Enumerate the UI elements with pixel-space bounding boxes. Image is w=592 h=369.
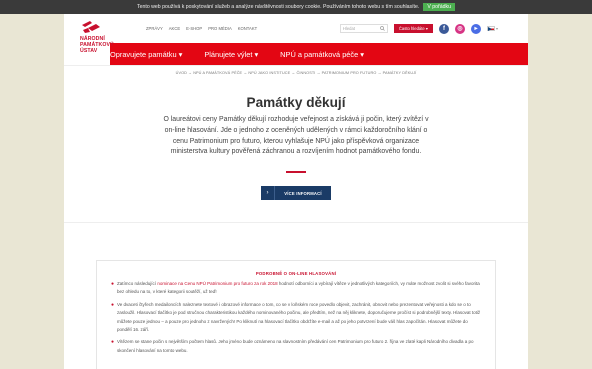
- red-divider: [286, 171, 306, 174]
- section-divider: [64, 222, 528, 224]
- chevron-right-icon: ›: [261, 186, 275, 201]
- bullet-icon: ●: [111, 339, 115, 346]
- bullet-text-1: Zatímco následující nominace na Cenu NPÚ…: [117, 280, 481, 297]
- bullet-icon: ●: [111, 281, 115, 287]
- facebook-icon[interactable]: f: [438, 23, 449, 34]
- bullet-icon: ●: [111, 301, 115, 308]
- faq-button[interactable]: Často hledáte ▾: [393, 24, 433, 34]
- toplink-akce[interactable]: AKCE: [169, 26, 180, 31]
- search-icon: [380, 26, 385, 31]
- page-title: Památky děkují: [246, 95, 346, 110]
- language-switcher[interactable]: ▾: [486, 26, 498, 32]
- logo-text: NÁRODNÍ PAMÁTKOVÝ ÚSTAV: [80, 36, 114, 54]
- bullet-text-3: Vítězem se stane počin s největším počte…: [117, 339, 474, 353]
- nav-item-opravujete-pamatku[interactable]: Opravujete památku ▾: [110, 50, 182, 59]
- toplink-kontakt[interactable]: KONTAKT: [238, 26, 257, 31]
- logo[interactable]: NÁRODNÍ PAMÁTKOVÝ ÚSTAV: [64, 14, 114, 65]
- bullet-text-2: Ve dvaceti čtyřech medailoncích naleznet…: [117, 301, 481, 333]
- npu-logo-mark-icon: [82, 21, 100, 33]
- toplink-zpravy[interactable]: ZPRÁVY: [146, 26, 163, 31]
- header: NÁRODNÍ PAMÁTKOVÝ ÚSTAV ZPRÁVY AKCE E-SH…: [64, 14, 528, 66]
- instagram-icon[interactable]: ◎: [454, 23, 465, 34]
- chevron-down-icon: ▾: [495, 26, 498, 32]
- main-nav: Opravujete památku ▾ Plánujete výlet ▾ N…: [110, 43, 528, 65]
- nominations-link[interactable]: nominace na Cenu NPÚ Patrimonium pro fut…: [157, 281, 277, 286]
- nav-label: NPÚ a památková péče: [280, 49, 359, 59]
- list-item: ● Zatímco následující nominace na Cenu N…: [97, 280, 495, 297]
- search-input[interactable]: Hledat: [339, 24, 388, 34]
- toplink-pro-media[interactable]: PRO MÉDIA: [208, 26, 232, 31]
- more-info-button[interactable]: › VÍCE INFORMACÍ: [261, 186, 331, 201]
- logo-line-3: ÚSTAV: [80, 47, 98, 54]
- czech-flag-icon: [486, 26, 495, 32]
- list-item: ● Vítězem se stane počin s největším poč…: [97, 338, 495, 355]
- header-right: ZPRÁVY AKCE E-SHOP PRO MÉDIA KONTAKT Hle…: [110, 14, 528, 65]
- cookie-accept-button[interactable]: V pořádku: [423, 3, 455, 11]
- more-info-label: VÍCE INFORMACÍ: [284, 190, 322, 196]
- cookie-bar: Tento web používá k poskytování služeb a…: [0, 0, 592, 14]
- faq-label: Často hledáte: [398, 26, 425, 32]
- cookie-text: Tento web používá k poskytování služeb a…: [137, 4, 420, 10]
- box-title: PODROBNĚ O ON-LINE HLASOVÁNÍ: [255, 271, 337, 276]
- voting-info-box: PODROBNĚ O ON-LINE HLASOVÁNÍ ● Zatímco n…: [96, 260, 496, 369]
- top-bar: ZPRÁVY AKCE E-SHOP PRO MÉDIA KONTAKT Hle…: [110, 14, 528, 43]
- toplink-eshop[interactable]: E-SHOP: [186, 26, 202, 31]
- nav-item-npu-a-pamatkova-pece[interactable]: NPÚ a památková péče ▾: [280, 50, 364, 59]
- nav-item-planujete-vylet[interactable]: Plánujete výlet ▾: [204, 50, 258, 59]
- nav-label: Plánujete výlet: [204, 49, 253, 59]
- breadcrumb[interactable]: ÚVOD → NPÚ A PAMÁTKOVÁ PÉČE → NPÚ JAKO I…: [64, 71, 528, 75]
- nav-label: Opravujete památku: [110, 49, 177, 59]
- lead-paragraph: O laureátovi ceny Památky děkují rozhodu…: [163, 116, 429, 156]
- list-item: ● Ve dvaceti čtyřech medailoncích nalezn…: [97, 301, 495, 335]
- search-placeholder: Hledat: [342, 26, 355, 32]
- youtube-icon[interactable]: ▸: [470, 23, 481, 34]
- bullet-1-pre: Zatímco následující: [117, 281, 158, 286]
